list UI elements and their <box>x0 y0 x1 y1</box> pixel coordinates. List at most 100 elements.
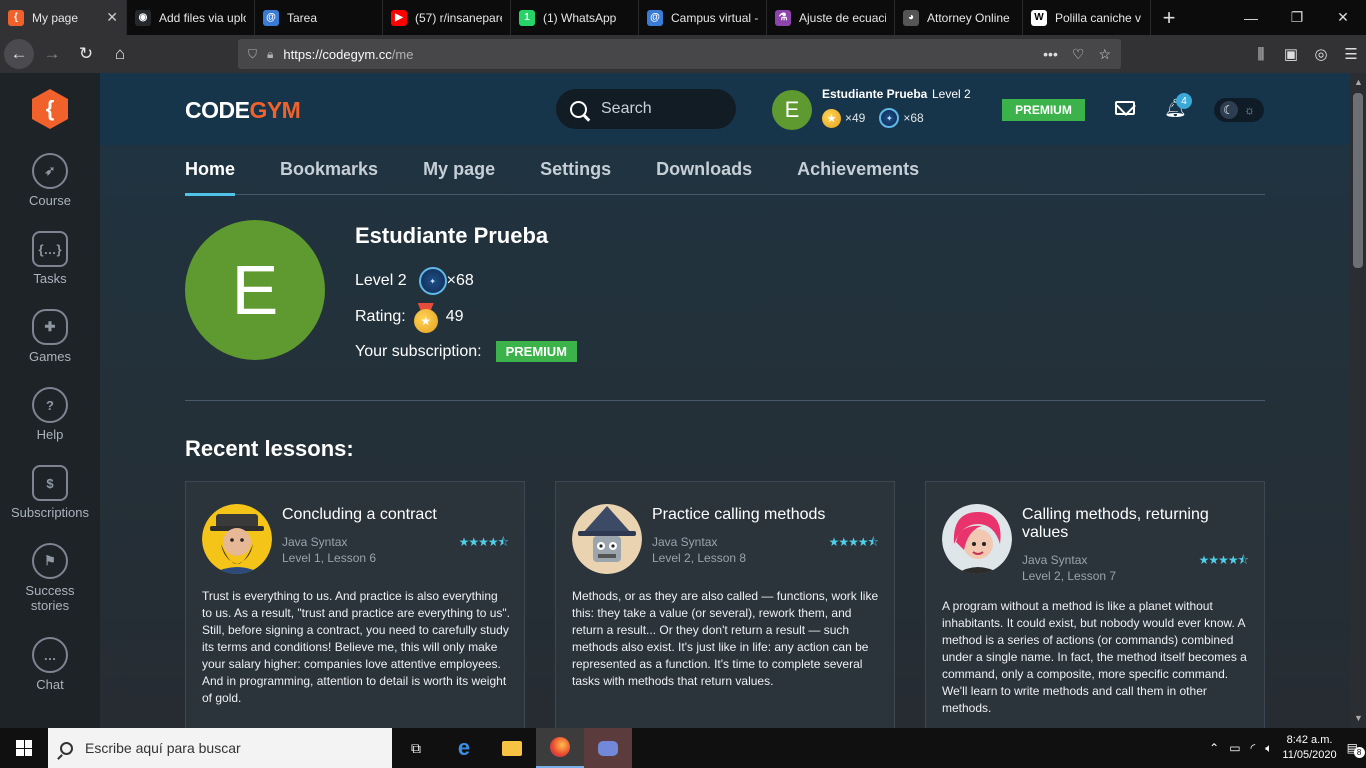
reload-icon[interactable]: ↻ <box>70 38 102 70</box>
maximize-window-icon[interactable]: ❐ <box>1274 0 1320 35</box>
theme-toggle[interactable]: ☾ ☼ <box>1214 98 1264 122</box>
scroll-down-icon[interactable]: ▼ <box>1354 713 1363 723</box>
sidebar-item-games[interactable]: ✚ Games <box>0 309 100 364</box>
battery-icon[interactable]: ▭ <box>1229 741 1240 755</box>
browser-tab-title: Attorney Online <box>927 10 1010 25</box>
tab-my-page[interactable]: My page <box>423 159 495 195</box>
search-placeholder: Search <box>601 100 652 117</box>
tab-bookmarks[interactable]: Bookmarks <box>280 159 378 195</box>
back-arrow-icon[interactable]: ← <box>4 39 34 69</box>
browser-tab[interactable]: @ Tarea <box>255 0 383 35</box>
minimize-window-icon[interactable]: — <box>1228 0 1274 35</box>
edge-icon[interactable]: e <box>440 728 488 768</box>
tab-settings[interactable]: Settings <box>540 159 611 195</box>
moodle-favicon-icon: @ <box>263 9 279 26</box>
address-bar[interactable]: ⛉ 🔒︎ https://codegym.cc/me ••• ♡ ☆ <box>238 39 1121 69</box>
lesson-title[interactable]: Calling methods, returning values <box>1022 506 1247 542</box>
profile-name: Estudiante Prueba <box>355 223 549 248</box>
browser-tab[interactable]: 1 (1) WhatsApp <box>511 0 639 35</box>
browser-tab-title: Add files via uplo <box>159 10 246 25</box>
lesson-card[interactable]: Calling methods, returning values Java S… <box>925 481 1265 728</box>
tracking-shield-icon[interactable]: ⛉ <box>248 47 257 62</box>
sidebar-item-tasks[interactable]: {…} Tasks <box>0 231 100 286</box>
user-avatar[interactable]: E <box>772 90 812 130</box>
sidebar-item-chat[interactable]: … Chat <box>0 637 100 692</box>
lesson-level: Level 2, Lesson 8 <box>652 551 747 565</box>
profile-avatar[interactable]: E <box>185 220 325 360</box>
page-scrollbar[interactable]: ▲ ▼ <box>1350 73 1366 728</box>
sidebar-item-course[interactable]: ➶ Course <box>0 153 100 208</box>
coin-icon: ★ <box>822 108 841 128</box>
profile-subscription-row: Your subscription: PREMIUM <box>355 341 577 362</box>
browser-tab[interactable]: W Polilla caniche v <box>1023 0 1151 35</box>
medal-icon: ★ <box>413 303 438 333</box>
wifi-icon[interactable]: ◜ <box>1251 741 1256 755</box>
tab-downloads[interactable]: Downloads <box>656 159 752 195</box>
browser-tab-title: Campus virtual - <box>671 10 758 25</box>
scroll-up-icon[interactable]: ▲ <box>1354 77 1363 87</box>
mail-icon[interactable] <box>1115 101 1135 115</box>
codegym-logo-icon[interactable]: { <box>32 89 68 129</box>
action-center-icon[interactable]: ▤ 8 <box>1347 741 1365 758</box>
sidebar-item-label: Help <box>36 427 64 442</box>
tab-home[interactable]: Home <box>185 159 236 196</box>
user-name[interactable]: Estudiante Prueba <box>822 87 927 101</box>
search-input[interactable]: Search <box>556 89 736 129</box>
browser-tab[interactable]: ◕ Attorney Online <box>895 0 1023 35</box>
tray-chevron-icon[interactable]: ⌃ <box>1209 741 1219 755</box>
new-tab-button[interactable]: + <box>1151 0 1187 35</box>
bookmark-star-icon[interactable]: ☆ <box>1098 46 1111 63</box>
browser-tab[interactable]: ▶ (57) r/insanepare <box>383 0 511 35</box>
character-avatar <box>202 504 272 574</box>
sidebar-item-subscriptions[interactable]: $ Subscriptions <box>0 465 100 520</box>
rating-value: 49 <box>445 308 464 325</box>
library-icon[interactable]: ⫼ <box>1246 46 1276 63</box>
forward-arrow-icon[interactable]: → <box>36 38 68 70</box>
action-center-count: 8 <box>1353 747 1365 758</box>
home-icon[interactable]: ⌂ <box>104 38 136 70</box>
browser-tab-title: (57) r/insanepare <box>415 10 502 25</box>
browser-tab[interactable]: @ Campus virtual - <box>639 0 767 35</box>
sidebar-item-success-stories[interactable]: ⚑ Success stories <box>0 543 100 613</box>
rating-stars-icon: ★★★★⯪ <box>828 535 879 549</box>
taskbar-search-input[interactable]: Escribe aquí para buscar <box>48 728 392 768</box>
subscription-badge[interactable]: PREMIUM <box>495 341 577 362</box>
close-window-icon[interactable]: ✕ <box>1320 0 1366 35</box>
lesson-description: Trust is everything to us. And practice … <box>202 589 511 705</box>
main-content: CODEGYM Search E Estudiante Prueba Level… <box>100 73 1350 728</box>
volume-icon[interactable]: 🔈︎ <box>1265 741 1272 756</box>
browser-tab[interactable]: ◉ Add files via uplo <box>127 0 255 35</box>
browser-tab[interactable]: { My page ✕ <box>0 0 127 35</box>
task-view-icon[interactable]: ⧉ <box>392 728 440 768</box>
tab-achievements[interactable]: Achievements <box>797 159 919 195</box>
lesson-course: Java Syntax <box>282 535 348 549</box>
profile-rating-row: Rating: ★ 49 <box>355 303 464 333</box>
left-sidebar: { ➶ Course {…} Tasks ✚ Games ? Help $ Su… <box>0 73 100 728</box>
subscription-label: Your subscription: <box>355 342 482 360</box>
lesson-card[interactable]: Practice calling methods Java Syntax Lev… <box>555 481 895 728</box>
lesson-title[interactable]: Practice calling methods <box>652 506 877 524</box>
lesson-title[interactable]: Concluding a contract <box>282 506 507 524</box>
sidebar-toggle-icon[interactable]: ▣ <box>1276 45 1306 63</box>
notification-count-badge: 4 <box>1176 93 1192 109</box>
scrollbar-thumb[interactable] <box>1353 93 1363 268</box>
lesson-card[interactable]: Concluding a contract Java Syntax Level … <box>185 481 525 728</box>
sidebar-item-help[interactable]: ? Help <box>0 387 100 442</box>
flag-icon: ⚑ <box>32 543 68 579</box>
firefox-icon[interactable] <box>536 728 584 768</box>
account-icon[interactable]: ◎ <box>1306 45 1336 63</box>
browser-tab[interactable]: ⚗ Ajuste de ecuaci <box>767 0 895 35</box>
start-button[interactable] <box>0 728 48 768</box>
discord-icon[interactable] <box>584 728 632 768</box>
file-explorer-icon[interactable] <box>488 728 536 768</box>
dark-matter-icon: ✦ <box>879 108 900 128</box>
premium-badge[interactable]: PREMIUM <box>1002 99 1085 121</box>
page-actions-icon[interactable]: ••• <box>1043 46 1058 63</box>
lesson-description: Methods, or as they are also called — fu… <box>572 589 879 688</box>
codegym-brand-logo[interactable]: CODEGYM <box>185 97 301 124</box>
pocket-icon[interactable]: ♡ <box>1072 46 1085 63</box>
close-tab-icon[interactable]: ✕ <box>106 9 118 26</box>
menu-icon[interactable]: ☰ <box>1336 45 1366 63</box>
clock[interactable]: 8:42 a.m. 11/05/2020 <box>1282 733 1336 763</box>
padlock-icon[interactable]: 🔒︎ <box>267 47 273 62</box>
